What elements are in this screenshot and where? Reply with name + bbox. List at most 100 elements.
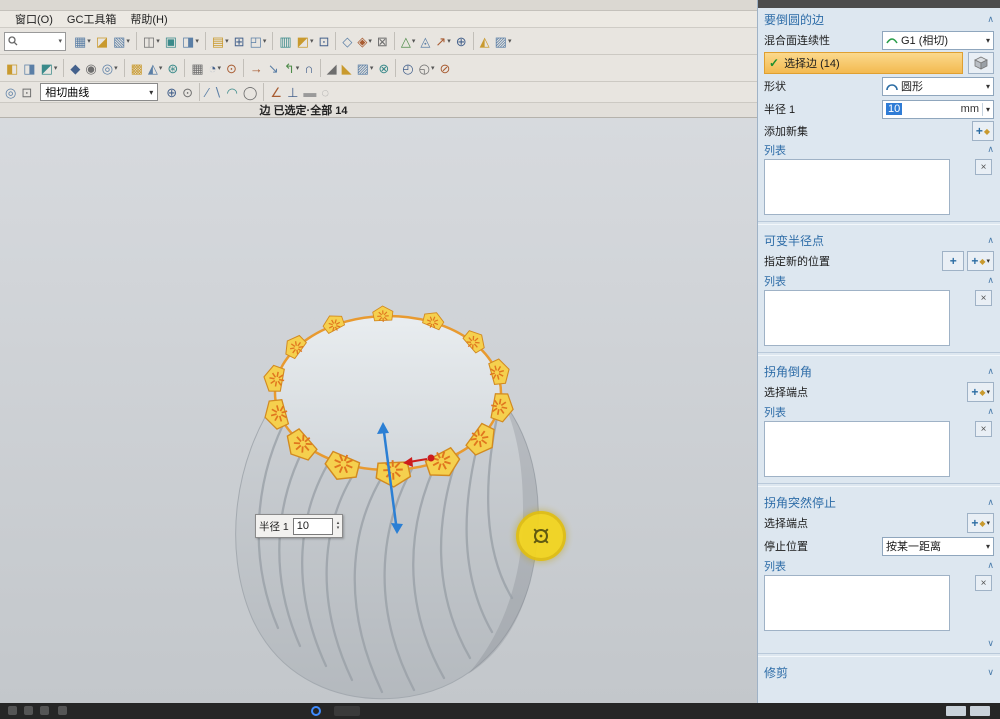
toolbar-icon[interactable]: ▨▾ bbox=[493, 31, 514, 51]
corner-list-header[interactable]: 列表 ∧ bbox=[764, 404, 994, 419]
taskbar-icon[interactable] bbox=[24, 706, 33, 715]
remove-item-icon[interactable]: × bbox=[975, 421, 992, 437]
toolbar-icon[interactable]: ◆ bbox=[68, 58, 82, 78]
section-stop-short[interactable]: 拐角突然停止 ∧ bbox=[764, 491, 994, 511]
toolbar-icon[interactable]: ⊙ bbox=[180, 82, 195, 102]
toolbar-icon[interactable]: ∖ bbox=[211, 82, 223, 102]
remove-item-icon[interactable]: × bbox=[975, 159, 992, 175]
toolbar-icon[interactable]: ⊕ bbox=[164, 82, 179, 102]
toolbar-icon[interactable]: ▤▾ bbox=[210, 31, 231, 51]
remove-item-icon[interactable]: × bbox=[975, 290, 992, 306]
menu-item[interactable]: 窗口(O) bbox=[8, 11, 60, 27]
toolbar-icon[interactable]: ◩▾ bbox=[39, 58, 60, 78]
corner-list[interactable] bbox=[764, 421, 950, 477]
command-search-input[interactable]: ▾ bbox=[4, 32, 66, 51]
toolbar-icon[interactable]: ⊙ bbox=[224, 58, 239, 78]
toolbar-icon[interactable]: ◭▾ bbox=[146, 58, 165, 78]
selection-filter-dropdown[interactable]: 相切曲线 ▾ bbox=[40, 83, 158, 101]
toolbar-icon[interactable]: ◪ bbox=[94, 31, 110, 51]
gear-model[interactable] bbox=[0, 118, 757, 703]
toolbar-icon[interactable]: ⊠ bbox=[375, 31, 390, 51]
toolbar-icon[interactable]: ◨ bbox=[21, 58, 37, 78]
toolbar-icon[interactable]: ◎ bbox=[3, 82, 18, 102]
taskbar-app-icon[interactable] bbox=[311, 706, 321, 716]
toolbar-icon[interactable]: ◩▾ bbox=[295, 31, 316, 51]
point-dialog-button[interactable]: + bbox=[942, 251, 964, 271]
toolbar-icon[interactable]: ▥ bbox=[277, 31, 293, 51]
shape-dropdown[interactable]: 圆形 ▾ bbox=[882, 77, 994, 96]
edge-set-list[interactable] bbox=[764, 159, 950, 215]
toolbar-icon[interactable]: ⊥ bbox=[285, 82, 300, 102]
toolbar-icon[interactable]: ◭ bbox=[478, 31, 492, 51]
taskbar-icon[interactable] bbox=[40, 706, 49, 715]
toolbar-icon[interactable]: ▦ bbox=[189, 58, 205, 78]
toolbar-icon[interactable]: ◴ bbox=[400, 58, 415, 78]
toolbar-icon[interactable]: ◯ bbox=[241, 82, 260, 102]
collapse-chevron-icon[interactable]: ∧ bbox=[987, 407, 994, 416]
collapse-chevron-icon[interactable]: ∧ bbox=[987, 498, 994, 507]
continuity-dropdown[interactable]: G1 (相切) ▾ bbox=[882, 31, 994, 50]
variable-radius-list-header[interactable]: 列表 ∧ bbox=[764, 273, 994, 288]
toolbar-icon[interactable]: ◰▾ bbox=[248, 31, 269, 51]
variable-radius-list[interactable] bbox=[764, 290, 950, 346]
unit-dropdown-arrow-icon[interactable]: ▾ bbox=[986, 105, 990, 114]
menu-item[interactable]: 帮助(H) bbox=[123, 11, 174, 27]
toolbar-icon[interactable]: ▣ bbox=[163, 31, 179, 51]
toolbar-icon[interactable]: ↗▾ bbox=[433, 31, 452, 51]
select-edge-active-field[interactable]: ✓ 选择边 (14) bbox=[764, 52, 963, 74]
point-picker-button[interactable]: +◆ ▾ bbox=[967, 251, 994, 271]
panel-scroll-indicator[interactable]: ∨ bbox=[764, 637, 994, 649]
toolbar-icon[interactable]: ↘ bbox=[266, 58, 281, 78]
toolbar-icon[interactable]: ◌ bbox=[319, 82, 331, 102]
remove-item-icon[interactable]: × bbox=[975, 575, 992, 591]
taskbar-icon[interactable] bbox=[8, 706, 17, 715]
toolbar-icon[interactable]: ↰▾ bbox=[282, 58, 301, 78]
collapse-chevron-icon[interactable]: ∧ bbox=[987, 145, 994, 154]
toolbar-icon[interactable]: ◨▾ bbox=[180, 31, 201, 51]
stop-list-header[interactable]: 列表 ∧ bbox=[764, 558, 994, 573]
tray-button[interactable] bbox=[970, 706, 990, 716]
3d-viewport[interactable]: 半径 1 10 ▴▾ bbox=[0, 118, 757, 703]
toolbar-icon[interactable]: ▦▾ bbox=[72, 31, 93, 51]
stop-list[interactable] bbox=[764, 575, 950, 631]
toolbar-icon[interactable]: ⊡ bbox=[19, 82, 34, 102]
toolbar-icon[interactable]: ◣ bbox=[340, 58, 354, 78]
taskbar-button[interactable] bbox=[334, 706, 360, 716]
toolbar-icon[interactable]: ◧ bbox=[4, 58, 20, 78]
toolbar-icon[interactable]: → bbox=[248, 58, 265, 78]
toolbar-icon[interactable]: ◎▾ bbox=[100, 58, 120, 78]
toolbar-icon[interactable]: ∠ bbox=[268, 82, 284, 102]
toolbar-icon[interactable]: ⊕ bbox=[454, 31, 469, 51]
taskbar-icon[interactable] bbox=[58, 706, 67, 715]
collapse-chevron-icon[interactable]: ∧ bbox=[987, 276, 994, 285]
toolbar-icon[interactable]: ◢ bbox=[325, 58, 339, 78]
toolbar-icon[interactable]: ⊛ bbox=[165, 58, 180, 78]
toolbar-icon[interactable]: ◫▾ bbox=[141, 31, 162, 51]
toolbar-icon[interactable]: △▾ bbox=[399, 31, 418, 51]
toolbar-icon[interactable]: ◠ bbox=[225, 82, 240, 102]
radius-input[interactable]: 10 mm ▾ bbox=[882, 100, 994, 119]
radius-tag-input[interactable]: 10 bbox=[293, 518, 333, 535]
toolbar-icon[interactable]: ◬ bbox=[418, 31, 432, 51]
toolbar-icon[interactable]: ◔▾ bbox=[207, 58, 223, 78]
add-new-set-button[interactable]: +◆ bbox=[972, 121, 994, 141]
menu-item[interactable]: GC工具箱 bbox=[60, 11, 124, 27]
face-rule-button[interactable] bbox=[968, 52, 994, 74]
edge-list-header[interactable]: 列表 ∧ bbox=[764, 142, 994, 157]
toolbar-icon[interactable]: ⊡ bbox=[316, 31, 331, 51]
toolbar-icon[interactable]: ∩ bbox=[302, 58, 315, 78]
stop-position-dropdown[interactable]: 按某一距离 ▾ bbox=[882, 537, 994, 556]
toolbar-icon[interactable]: ◉ bbox=[83, 58, 98, 78]
toolbar-icon[interactable]: ◇ bbox=[340, 31, 354, 51]
collapse-chevron-icon[interactable]: ∧ bbox=[987, 15, 994, 24]
selected-edge-highlight[interactable] bbox=[372, 306, 393, 323]
collapse-chevron-icon[interactable]: ∧ bbox=[987, 561, 994, 570]
spinner-arrows-icon[interactable]: ▴▾ bbox=[337, 521, 340, 531]
collapse-chevron-icon[interactable]: ∨ bbox=[987, 668, 994, 677]
toolbar-icon[interactable]: ⊞ bbox=[232, 31, 247, 51]
toolbar-icon[interactable]: ▬ bbox=[301, 82, 318, 102]
section-variable-radius[interactable]: 可变半径点 ∧ bbox=[764, 229, 994, 249]
toolbar-icon[interactable]: ▨▾ bbox=[355, 58, 376, 78]
endpoint-picker-button[interactable]: +◆ ▾ bbox=[967, 382, 994, 402]
section-trim[interactable]: 修剪 ∨ bbox=[764, 661, 994, 681]
